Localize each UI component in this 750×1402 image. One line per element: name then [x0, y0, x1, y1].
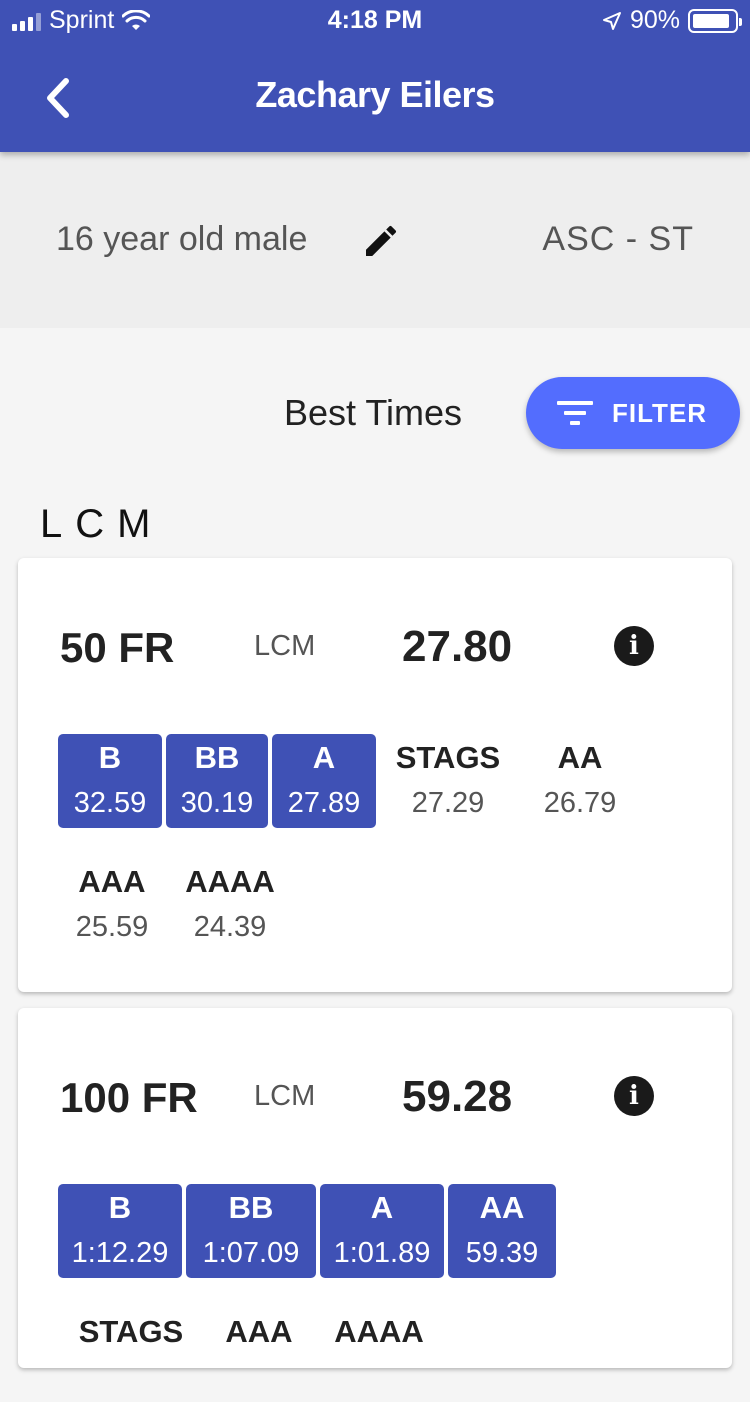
standard-time: 1:07.09: [202, 1237, 300, 1269]
standard-chip: BB 1:07.09: [186, 1184, 316, 1278]
standard-level: AAA: [225, 1314, 293, 1349]
standard-time: 25.59: [75, 911, 149, 943]
standard-chip: B 1:12.29: [58, 1184, 182, 1278]
event-course: LCM: [254, 630, 316, 662]
standard-time: 24.39: [193, 911, 267, 943]
standard-level: AA: [479, 1190, 525, 1225]
battery-fill: [693, 13, 729, 28]
filter-icon: [557, 401, 593, 425]
course-group-label: LCM: [40, 502, 164, 546]
standard-chip: AAAA 24.39: [178, 858, 282, 952]
standard-time: 1:01.89: [333, 1237, 431, 1269]
status-bar: Sprint 4:18 PM 90%: [0, 0, 750, 40]
location-arrow-icon: [602, 11, 621, 30]
standard-level: B: [108, 1190, 132, 1225]
pencil-icon: [366, 225, 397, 256]
standard-time: 30.19: [180, 787, 254, 819]
standard-time: 26.79: [543, 787, 617, 819]
status-right: 90%: [602, 6, 742, 35]
event-card-100-fr[interactable]: 100 FR LCM 59.28 i B 1:12.29 BB 1:07.09 …: [18, 1008, 732, 1368]
standard-time: 27.89: [287, 787, 361, 819]
edit-profile-button[interactable]: [356, 216, 406, 266]
info-icon[interactable]: i: [614, 626, 654, 666]
standard-level: STAGS: [395, 740, 501, 775]
standard-chip: AA 26.79: [526, 734, 634, 828]
standard-time: 32.59: [73, 787, 147, 819]
event-best-time: 27.80: [402, 622, 513, 671]
filter-label: FILTER: [612, 397, 708, 428]
filter-button[interactable]: FILTER: [526, 377, 740, 449]
event-name: 50 FR: [60, 624, 175, 671]
standard-level: AAAA: [334, 1314, 424, 1349]
standard-level: A: [370, 1190, 394, 1225]
team-label: ASC - ST: [542, 220, 694, 258]
swimmer-description: 16 year old male: [56, 220, 308, 258]
standard-chip: AAA: [214, 1308, 304, 1402]
page-title: Zachary Eilers: [255, 74, 495, 115]
app-bar: Sprint 4:18 PM 90% Zachary Eilers: [0, 0, 750, 152]
battery-icon: [688, 8, 742, 33]
standard-chip: STAGS: [66, 1308, 196, 1402]
standard-chip: AAAA: [324, 1308, 434, 1402]
standard-level: AAA: [78, 864, 146, 899]
standard-chip: B 32.59: [58, 734, 162, 828]
standard-level: STAGS: [78, 1314, 184, 1349]
standard-chip: BB 30.19: [166, 734, 268, 828]
standard-chip: STAGS 27.29: [390, 734, 506, 828]
event-name: 100 FR: [60, 1074, 198, 1121]
standard-time: 1:12.29: [71, 1237, 169, 1269]
standard-chip: A 27.89: [272, 734, 376, 828]
standard-level: AAAA: [185, 864, 275, 899]
info-icon[interactable]: i: [614, 1076, 654, 1116]
battery-percent: 90%: [629, 6, 680, 34]
event-best-time: 59.28: [402, 1072, 513, 1121]
standard-level: B: [98, 740, 122, 775]
standard-time: 27.29: [411, 787, 485, 819]
event-course: LCM: [254, 1080, 316, 1112]
standard-level: BB: [228, 1190, 274, 1225]
standard-level: BB: [194, 740, 240, 775]
standard-level: AA: [557, 740, 603, 775]
standard-chip: A 1:01.89: [320, 1184, 444, 1278]
standard-level: A: [312, 740, 336, 775]
best-times-heading: Best Times: [284, 392, 463, 433]
standard-chip: AAA 25.59: [58, 858, 166, 952]
standard-chip: AA 59.39: [448, 1184, 556, 1278]
event-card-50-fr[interactable]: 50 FR LCM 27.80 i B 32.59 BB 30.19 A 27.…: [18, 558, 732, 992]
standard-time: 59.39: [465, 1237, 539, 1269]
